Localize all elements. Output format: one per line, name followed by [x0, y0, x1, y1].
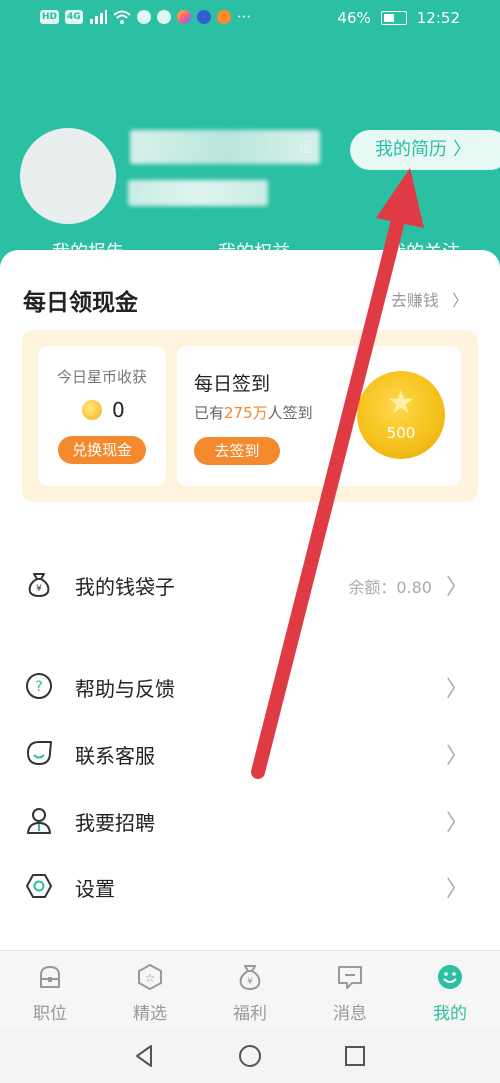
help-icon: ? — [26, 673, 52, 699]
coin-harvest-card: 今日星币收获 0 兑换现金 — [38, 346, 166, 486]
menu-item-help[interactable]: ? 帮助与反馈 〉 — [0, 661, 500, 711]
bulb-app-icon — [196, 10, 211, 24]
daily-cash-title: 每日领现金 — [23, 290, 138, 316]
svg-text:¥: ¥ — [247, 977, 253, 987]
profile-shortcuts: 我的报告 我的权益 我的关注 — [0, 236, 500, 250]
wallet-label: 我的钱袋子 — [75, 575, 175, 599]
tab-benefits-label: 福利 — [233, 1004, 267, 1024]
star-badge-icon: ☆ — [138, 964, 162, 990]
settings-hexagon-icon — [26, 874, 52, 898]
tab-benefits[interactable]: ¥ 福利 — [200, 951, 300, 1029]
back-icon[interactable] — [132, 1043, 158, 1069]
battery-percent: 46% — [337, 9, 371, 27]
shortcut-following[interactable]: 我的关注 — [388, 238, 460, 250]
menu-item-settings[interactable]: 设置 〉 — [0, 861, 500, 911]
menu-item-service[interactable]: 联系客服 〉 — [0, 728, 500, 778]
network-indicator: 4G — [65, 10, 83, 24]
sign-suffix: 人签到 — [267, 404, 313, 422]
tab-featured[interactable]: ☆ 精选 — [100, 951, 200, 1029]
status-bar: HD 4G ··· 46% 12:52 — [0, 0, 500, 38]
my-resume-label: 我的简历 — [375, 139, 447, 160]
shortcut-report[interactable]: 我的报告 — [52, 238, 124, 250]
person-icon — [27, 808, 51, 834]
menu-item-wallet[interactable]: ¥ 我的钱袋子 余额：0.80 〉 — [0, 559, 500, 609]
verified-fragment: 证 — [298, 138, 314, 156]
chevron-right-icon: 〉 — [451, 291, 468, 310]
svg-text:☆: ☆ — [145, 971, 156, 985]
daily-sign-card: 每日签到 已有275万人签到 去签到 ★ 500 — [177, 346, 461, 486]
chevron-right-icon: 〉 — [445, 575, 468, 600]
username-blurred — [130, 130, 320, 164]
resume-status-blurred — [128, 180, 268, 206]
tab-me[interactable]: 我的 — [400, 951, 500, 1029]
smiley-icon — [438, 965, 462, 989]
money-bag-icon: ¥ — [239, 965, 261, 990]
my-resume-button[interactable]: 我的简历〉 — [350, 130, 500, 170]
money-bag-icon: ¥ — [28, 573, 50, 597]
daily-sign-title: 每日签到 — [194, 373, 271, 395]
coin-icon — [82, 400, 102, 420]
menu-item-recruit[interactable]: 我要招聘 〉 — [0, 795, 500, 845]
chevron-right-icon: 〉 — [453, 139, 471, 160]
tab-jobs-label: 职位 — [33, 1004, 67, 1024]
cloud-app-icon — [136, 10, 151, 24]
tab-messages[interactable]: 消息 — [300, 951, 400, 1029]
star-icon: ★ — [386, 383, 416, 421]
clock: 12:52 — [416, 9, 460, 27]
go-sign-button[interactable]: 去签到 — [194, 437, 280, 465]
hd-indicator: HD — [40, 10, 60, 24]
coin-amount: 500 — [386, 424, 416, 442]
earn-money-label: 去赚钱 — [390, 291, 439, 310]
chevron-right-icon: 〉 — [445, 744, 468, 769]
tab-featured-label: 精选 — [133, 1004, 167, 1024]
recents-icon[interactable] — [342, 1043, 368, 1069]
wifi-icon — [113, 10, 131, 24]
svg-text:?: ? — [35, 679, 42, 695]
service-label: 联系客服 — [75, 744, 155, 768]
battery-icon — [380, 11, 407, 25]
system-nav-bar — [0, 1028, 500, 1083]
avatar[interactable] — [20, 128, 116, 224]
help-label: 帮助与反馈 — [75, 677, 175, 701]
chat-icon — [338, 966, 362, 989]
tab-messages-label: 消息 — [333, 1004, 367, 1024]
chevron-right-icon: 〉 — [445, 677, 468, 702]
settings-label: 设置 — [75, 877, 115, 901]
wallet-balance: 余额：0.80 — [348, 578, 432, 597]
sign-count-text: 已有275万人签到 — [194, 402, 313, 423]
bottom-tab-bar: 职位 ☆ 精选 ¥ 福利 消息 我的 — [0, 950, 500, 1029]
coin-harvest-label: 今日星币收获 — [56, 368, 147, 386]
sign-count: 275万 — [224, 404, 268, 422]
search-app-icon — [156, 10, 171, 24]
signal-icon — [89, 10, 107, 24]
svg-text:¥: ¥ — [36, 584, 42, 594]
home-icon[interactable] — [237, 1043, 263, 1069]
briefcase-icon — [40, 966, 60, 988]
exchange-cash-button[interactable]: 兑换现金 — [58, 436, 146, 464]
customer-service-icon — [27, 741, 52, 765]
earn-money-link[interactable]: 去赚钱 〉 — [391, 287, 468, 311]
chevron-right-icon: 〉 — [445, 811, 468, 836]
more-notifications-icon: ··· — [236, 8, 251, 26]
color-app-icon — [176, 10, 191, 24]
gold-coin-icon[interactable]: ★ 500 — [357, 371, 445, 459]
tab-me-label: 我的 — [433, 1004, 467, 1024]
tab-jobs[interactable]: 职位 — [0, 951, 100, 1029]
video-app-icon — [216, 10, 231, 24]
sign-prefix: 已有 — [194, 404, 225, 422]
coin-count: 0 — [112, 398, 125, 422]
chevron-right-icon: 〉 — [445, 877, 468, 902]
recruit-label: 我要招聘 — [75, 811, 155, 835]
shortcut-benefits[interactable]: 我的权益 — [218, 238, 290, 250]
